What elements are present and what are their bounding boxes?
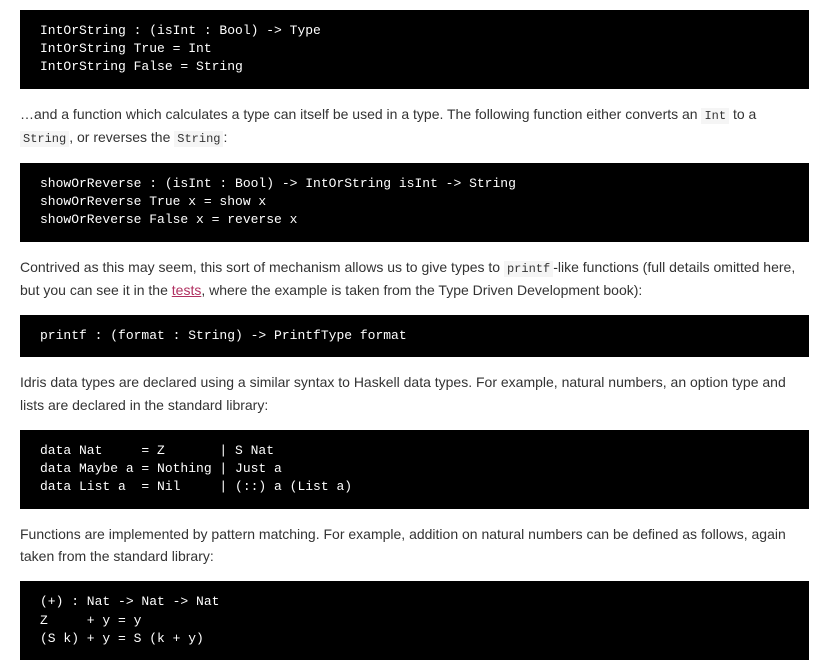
paragraph-4: Functions are implemented by pattern mat… xyxy=(20,523,809,568)
code-block-plus: (+) : Nat -> Nat -> Nat Z + y = y (S k) … xyxy=(20,581,809,660)
paragraph-3: Idris data types are declared using a si… xyxy=(20,371,809,416)
code-block-intorstring: IntOrString : (isInt : Bool) -> Type Int… xyxy=(20,10,809,89)
paragraph-2: Contrived as this may seem, this sort of… xyxy=(20,256,809,302)
code-block-showorreverse: showOrReverse : (isInt : Bool) -> IntOrS… xyxy=(20,163,809,242)
text: …and a function which calculates a type … xyxy=(20,106,701,122)
inline-code-printf: printf xyxy=(504,261,553,277)
code-block-printf: printf : (format : String) -> PrintfType… xyxy=(20,315,809,357)
text: , or reverses the xyxy=(69,129,174,145)
inline-code-string: String xyxy=(20,131,69,147)
inline-code-int: Int xyxy=(701,108,729,124)
inline-code-string2: String xyxy=(174,131,223,147)
text: , where the example is taken from the Ty… xyxy=(201,282,642,298)
code-block-datatypes: data Nat = Z | S Nat data Maybe a = Noth… xyxy=(20,430,809,509)
text: Contrived as this may seem, this sort of… xyxy=(20,259,504,275)
paragraph-1: …and a function which calculates a type … xyxy=(20,103,809,149)
tests-link[interactable]: tests xyxy=(172,282,202,298)
text: : xyxy=(223,129,227,145)
text: to a xyxy=(729,106,756,122)
